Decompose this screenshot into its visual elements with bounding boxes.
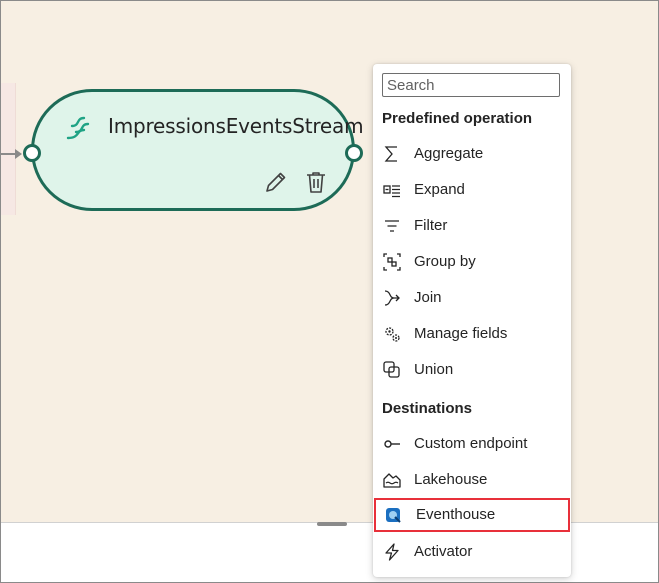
menu-item-label: Eventhouse bbox=[416, 506, 496, 523]
menu-item-filter[interactable]: Filter bbox=[373, 209, 571, 243]
eventstream-icon bbox=[66, 116, 90, 140]
custom-endpoint-icon bbox=[384, 440, 400, 448]
pencil-icon bbox=[266, 172, 286, 192]
menu-item-label: Aggregate bbox=[414, 145, 484, 162]
menu-item-expand[interactable]: Expand bbox=[373, 173, 571, 207]
filter-icon bbox=[385, 220, 399, 232]
delete-button[interactable] bbox=[302, 168, 330, 196]
node-title: ImpressionsEventsStream bbox=[108, 114, 364, 138]
menu-item-label: Join bbox=[414, 289, 442, 306]
section-title-predefined-operation: Predefined operation bbox=[382, 110, 533, 127]
menu-item-label: Group by bbox=[414, 253, 476, 270]
union-icon bbox=[383, 361, 400, 378]
lakehouse-icon bbox=[383, 473, 401, 488]
menu-item-activator[interactable]: Activator bbox=[373, 535, 571, 569]
menu-item-label: Manage fields bbox=[414, 325, 508, 342]
edit-button[interactable] bbox=[262, 168, 290, 196]
sigma-icon bbox=[384, 146, 397, 162]
activator-bolt-icon bbox=[385, 543, 399, 561]
eventstream-node[interactable]: ImpressionsEventsStream bbox=[31, 89, 364, 211]
group-by-icon bbox=[383, 253, 401, 271]
menu-item-eventhouse[interactable]: Eventhouse bbox=[374, 498, 570, 532]
eventhouse-icon bbox=[386, 508, 401, 523]
section-title-destinations: Destinations bbox=[382, 400, 473, 417]
menu-item-label: Lakehouse bbox=[414, 471, 488, 488]
join-icon bbox=[384, 290, 400, 306]
trash-icon bbox=[307, 172, 325, 193]
menu-item-label: Activator bbox=[414, 543, 473, 560]
menu-item-label: Union bbox=[414, 361, 454, 378]
menu-item-join[interactable]: Join bbox=[373, 281, 571, 315]
incoming-arrow-icon bbox=[1, 149, 22, 159]
output-port[interactable] bbox=[345, 144, 363, 162]
menu-item-label: Filter bbox=[414, 217, 448, 234]
menu-item-lakehouse[interactable]: Lakehouse bbox=[373, 463, 571, 497]
menu-item-custom-endpoint[interactable]: Custom endpoint bbox=[373, 427, 571, 461]
menu-item-label: Custom endpoint bbox=[414, 435, 528, 452]
menu-item-manage-fields[interactable]: Manage fields bbox=[373, 317, 571, 351]
expand-icon bbox=[383, 185, 400, 198]
input-port[interactable] bbox=[23, 144, 41, 162]
menu-item-aggregate[interactable]: Aggregate bbox=[373, 137, 571, 171]
gears-icon bbox=[385, 327, 400, 342]
menu-item-union[interactable]: Union bbox=[373, 353, 571, 387]
menu-item-label: Expand bbox=[414, 181, 465, 198]
menu-item-group-by[interactable]: Group by bbox=[373, 245, 571, 279]
panel-resize-handle[interactable] bbox=[317, 522, 347, 526]
add-operation-menu: Predefined operation Aggregate Expand Fi… bbox=[373, 64, 571, 577]
search-input[interactable] bbox=[382, 73, 560, 97]
